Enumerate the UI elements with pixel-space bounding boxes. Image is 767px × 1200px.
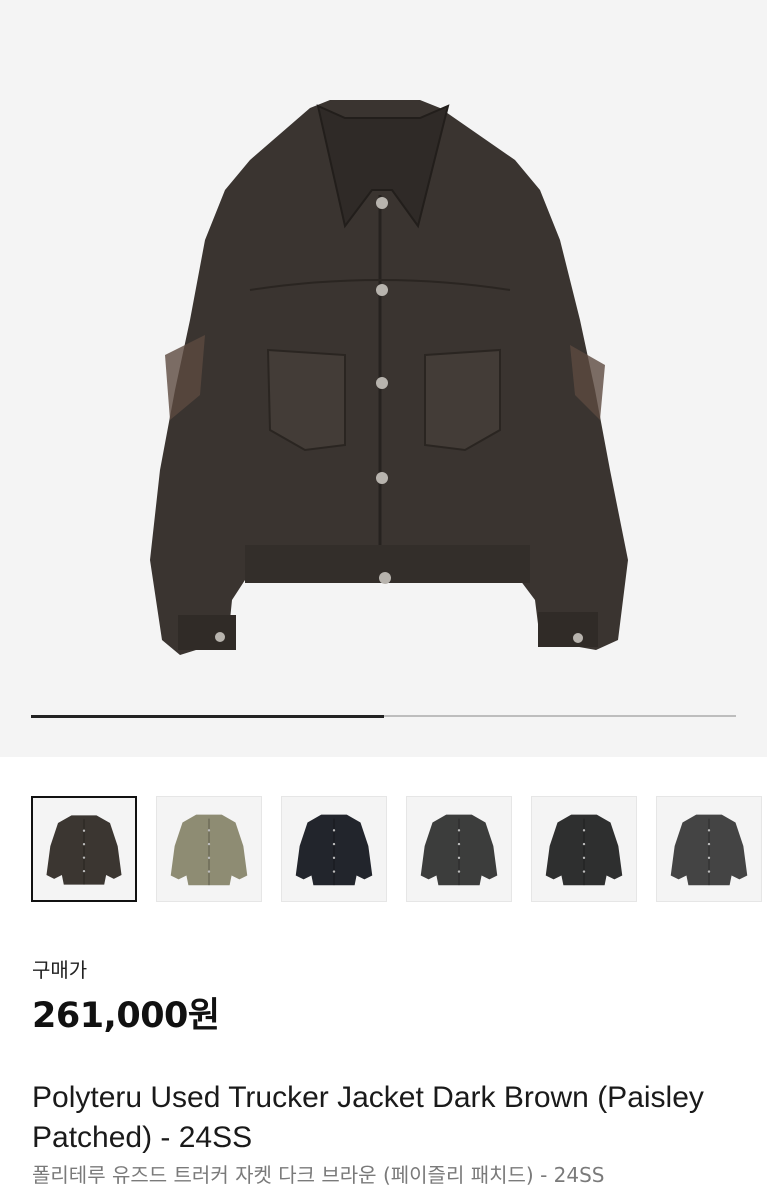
price-label: 구매가 <box>32 958 88 982</box>
thumbnail-charcoal-jacket[interactable] <box>656 796 762 902</box>
product-title: Polyteru Used Trucker Jacket Dark Brown … <box>32 1081 704 1154</box>
gallery-progress-bar <box>31 714 736 718</box>
thumbnail-washed-black-jacket[interactable] <box>406 796 512 902</box>
thumbnail-strip <box>31 796 767 906</box>
jacket-thumbnail-image <box>170 814 248 886</box>
jacket-thumbnail-image <box>670 814 748 886</box>
product-hero-image[interactable] <box>0 0 767 757</box>
jacket-thumbnail-image <box>46 815 122 885</box>
gallery-progress-fill <box>31 714 384 718</box>
thumbnail-black-navy-jacket[interactable] <box>281 796 387 902</box>
jacket-thumbnail-image <box>295 814 373 886</box>
jacket-image <box>150 100 628 655</box>
thumbnail-camo-jacket[interactable] <box>156 796 262 902</box>
product-subtitle: 폴리테루 유즈드 트러커 자켓 다크 브라운 (페이즐리 패치드) - 24SS <box>32 1163 605 1187</box>
thumbnail-black-jacket[interactable] <box>531 796 637 902</box>
jacket-thumbnail-image <box>420 814 498 886</box>
thumbnail-dark-brown-jacket[interactable] <box>31 796 137 902</box>
jacket-thumbnail-image <box>545 814 623 886</box>
price-value: 261,000원 <box>32 996 220 1036</box>
